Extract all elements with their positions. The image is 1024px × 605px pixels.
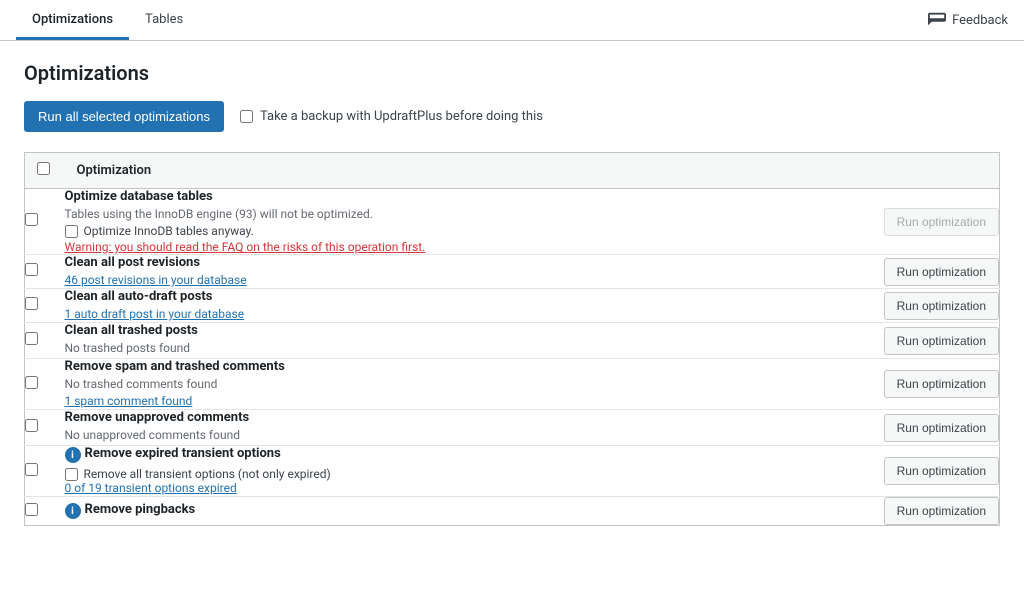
run-optimization-button[interactable]: Run optimization bbox=[884, 208, 999, 236]
row-content-cell: Remove spam and trashed comments No trash… bbox=[65, 359, 840, 410]
page-wrapper: Optimizations Tables Feedback Optimizati… bbox=[0, 0, 1024, 605]
row-sub-check[interactable]: Optimize InnoDB tables anyway. bbox=[65, 224, 840, 238]
sub-checkbox[interactable] bbox=[65, 225, 78, 238]
row-title: Clean all trashed posts bbox=[65, 323, 198, 338]
table-row: Remove unapproved comments No unapproved … bbox=[25, 410, 1000, 446]
row-checkbox[interactable] bbox=[25, 263, 38, 276]
row-action-cell: Run optimization bbox=[840, 497, 1000, 526]
page-title: Optimizations bbox=[24, 61, 1000, 85]
backup-checkbox-label[interactable]: Take a backup with UpdraftPlus before do… bbox=[240, 109, 543, 124]
row-check-cell bbox=[25, 289, 65, 323]
select-all-checkbox[interactable] bbox=[37, 162, 50, 175]
row-title: Optimize database tables bbox=[65, 189, 213, 204]
table-row: i Remove pingbacks Run optimization bbox=[25, 497, 1000, 526]
run-optimization-button[interactable]: Run optimization bbox=[884, 258, 999, 286]
table-header-row: Optimization bbox=[25, 153, 1000, 189]
row-link[interactable]: 46 post revisions in your database bbox=[65, 273, 247, 287]
row-action-cell: Run optimization bbox=[840, 446, 1000, 497]
row-title: Clean all auto-draft posts bbox=[65, 289, 213, 304]
row-action-cell: Run optimization bbox=[840, 410, 1000, 446]
table-row: Clean all trashed posts No trashed posts … bbox=[25, 323, 1000, 359]
row-desc: No unapproved comments found bbox=[65, 428, 840, 442]
row-check-cell bbox=[25, 410, 65, 446]
backup-label: Take a backup with UpdraftPlus before do… bbox=[260, 109, 543, 124]
row-link[interactable]: 1 auto draft post in your database bbox=[65, 307, 245, 321]
optimizations-table: Optimization Optimize database tables Tab… bbox=[24, 152, 1000, 526]
row-title: Remove pingbacks bbox=[85, 502, 196, 517]
row-check-cell bbox=[25, 359, 65, 410]
row-warning-link[interactable]: Warning: you should read the FAQ on the … bbox=[65, 240, 840, 254]
row-content-cell: Clean all post revisions 46 post revision… bbox=[65, 255, 840, 289]
sub-checkbox[interactable] bbox=[65, 468, 78, 481]
header-check-cell bbox=[25, 153, 65, 189]
row-content-cell: Remove unapproved comments No unapproved … bbox=[65, 410, 840, 446]
table-row: i Remove expired transient options Remove … bbox=[25, 446, 1000, 497]
row-action-cell: Run optimization bbox=[840, 359, 1000, 410]
row-title: Remove unapproved comments bbox=[65, 410, 250, 425]
run-optimization-button[interactable]: Run optimization bbox=[884, 457, 999, 485]
toolbar: Run all selected optimizations Take a ba… bbox=[24, 101, 1000, 132]
table-row: Remove spam and trashed comments No trash… bbox=[25, 359, 1000, 410]
row-desc: Tables using the InnoDB engine (93) will… bbox=[65, 207, 840, 221]
main-content: Optimizations Run all selected optimizat… bbox=[0, 41, 1024, 546]
table-row: Clean all auto-draft posts 1 auto draft p… bbox=[25, 289, 1000, 323]
row-content-cell: Optimize database tables Tables using the… bbox=[65, 189, 840, 255]
info-icon: i bbox=[65, 503, 81, 519]
table-row: Optimize database tables Tables using the… bbox=[25, 189, 1000, 255]
row-link[interactable]: 0 of 19 transient options expired bbox=[65, 481, 237, 495]
row-check-cell bbox=[25, 255, 65, 289]
run-optimization-button[interactable]: Run optimization bbox=[884, 292, 999, 320]
nav-tabs: Optimizations Tables bbox=[16, 0, 199, 40]
row-checkbox[interactable] bbox=[25, 376, 38, 389]
row-checkbox[interactable] bbox=[25, 419, 38, 432]
row-desc: No trashed posts found bbox=[65, 341, 840, 355]
row-title: Remove spam and trashed comments bbox=[65, 359, 285, 374]
row-check-cell bbox=[25, 497, 65, 526]
run-all-button[interactable]: Run all selected optimizations bbox=[24, 101, 224, 132]
row-content-cell: i Remove pingbacks bbox=[65, 497, 840, 526]
feedback-button[interactable]: Feedback bbox=[928, 3, 1008, 37]
row-link[interactable]: 1 spam comment found bbox=[65, 394, 193, 408]
row-action-cell: Run optimization bbox=[840, 189, 1000, 255]
row-check-cell bbox=[25, 189, 65, 255]
row-title: Remove expired transient options bbox=[85, 446, 281, 461]
table-row: Clean all post revisions 46 post revision… bbox=[25, 255, 1000, 289]
header-optimization: Optimization bbox=[65, 153, 1000, 189]
row-action-cell: Run optimization bbox=[840, 255, 1000, 289]
run-optimization-button[interactable]: Run optimization bbox=[884, 414, 999, 442]
row-checkbox[interactable] bbox=[25, 213, 38, 226]
opt-table-body: Optimize database tables Tables using the… bbox=[25, 189, 1000, 526]
row-check-cell bbox=[25, 323, 65, 359]
feedback-icon bbox=[928, 11, 946, 29]
tab-tables[interactable]: Tables bbox=[129, 0, 199, 40]
row-sub-check[interactable]: Remove all transient options (not only e… bbox=[65, 467, 840, 481]
tab-optimizations[interactable]: Optimizations bbox=[16, 0, 129, 40]
row-title: Clean all post revisions bbox=[65, 255, 201, 270]
info-icon: i bbox=[65, 447, 81, 463]
row-content-cell: Clean all trashed posts No trashed posts … bbox=[65, 323, 840, 359]
backup-checkbox[interactable] bbox=[240, 110, 253, 123]
run-optimization-button[interactable]: Run optimization bbox=[884, 497, 999, 525]
sub-check-label: Optimize InnoDB tables anyway. bbox=[84, 224, 254, 238]
row-checkbox[interactable] bbox=[25, 503, 38, 516]
feedback-label: Feedback bbox=[952, 13, 1008, 28]
row-checkbox[interactable] bbox=[25, 463, 38, 476]
row-check-cell bbox=[25, 446, 65, 497]
row-checkbox[interactable] bbox=[25, 332, 38, 345]
row-content-cell: i Remove expired transient options Remove … bbox=[65, 446, 840, 497]
row-content-cell: Clean all auto-draft posts 1 auto draft p… bbox=[65, 289, 840, 323]
row-action-cell: Run optimization bbox=[840, 289, 1000, 323]
sub-check-label: Remove all transient options (not only e… bbox=[84, 467, 331, 481]
row-checkbox[interactable] bbox=[25, 297, 38, 310]
run-optimization-button[interactable]: Run optimization bbox=[884, 327, 999, 355]
run-optimization-button[interactable]: Run optimization bbox=[884, 370, 999, 398]
row-action-cell: Run optimization bbox=[840, 323, 1000, 359]
row-desc: No trashed comments found bbox=[65, 377, 840, 391]
top-nav: Optimizations Tables Feedback bbox=[0, 0, 1024, 41]
